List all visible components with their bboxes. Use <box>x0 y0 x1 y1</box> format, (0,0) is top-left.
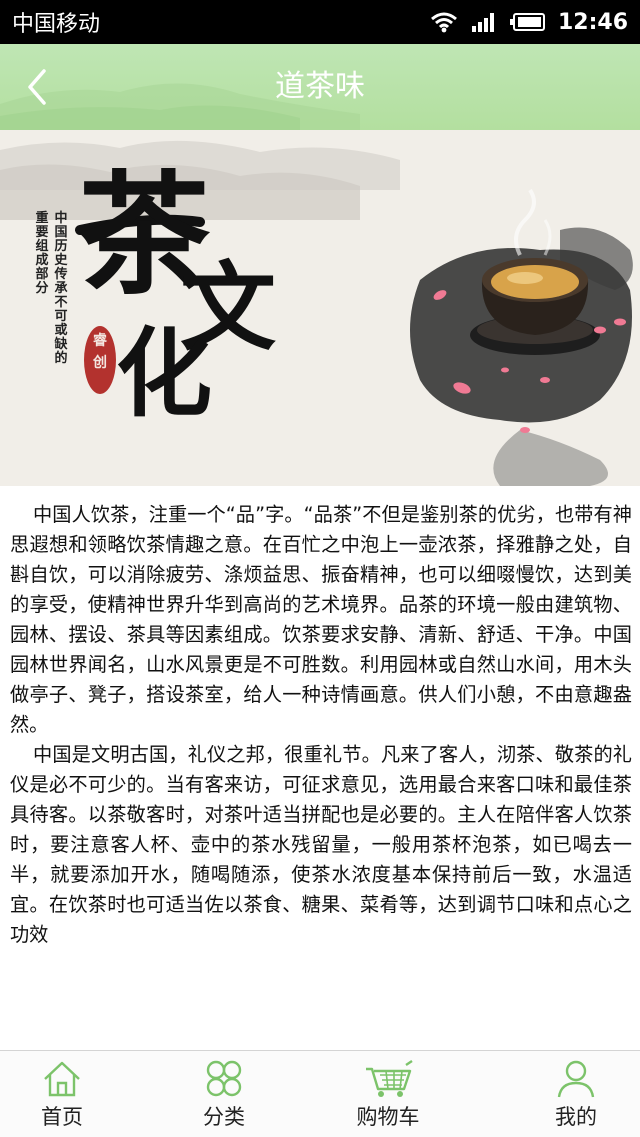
tab-profile[interactable]: 我的 <box>516 1051 636 1137</box>
tab-category[interactable]: 分类 <box>164 1051 284 1137</box>
tab-cart[interactable]: 购物车 <box>328 1051 448 1137</box>
home-icon <box>44 1061 80 1097</box>
category-icon <box>206 1060 242 1097</box>
tab-home[interactable]: 首页 <box>2 1051 122 1137</box>
status-icons: 12:46 <box>430 10 628 35</box>
banner-char-hua: 化 <box>116 317 212 430</box>
tab-category-label: 分类 <box>203 1105 245 1129</box>
status-bar: 中国移动 12:46 <box>0 0 640 44</box>
wifi-icon <box>431 12 457 33</box>
article-paragraph-2: 中国是文明古国，礼仪之邦，很重礼节。凡来了客人，沏茶、敬茶的礼仪是必不可少的。当… <box>10 743 632 946</box>
tab-cart-label: 购物车 <box>356 1105 420 1129</box>
page-title: 道茶味 <box>275 69 365 104</box>
bottom-tab-bar: 首页 分类 购物车 我的 <box>0 1050 640 1137</box>
banner-seal: 睿创 <box>93 333 107 371</box>
banner-vertical-caption-2: 中国历史传承不可或缺的 <box>54 211 68 366</box>
cart-icon <box>366 1060 413 1097</box>
tea-culture-banner: 重要组成部分 中国历史传承不可或缺的 茶 文 化 睿创 <box>0 130 640 486</box>
article-content: 中国人饮茶，注重一个“品”字。“品茶”不但是鉴别茶的优劣，也带有神思遐想和领略饮… <box>10 500 632 950</box>
article-paragraph-1: 中国人饮茶，注重一个“品”字。“品茶”不但是鉴别茶的优劣，也带有神思遐想和领略饮… <box>10 503 632 736</box>
battery-icon <box>509 13 545 31</box>
tab-home-label: 首页 <box>41 1105 83 1129</box>
tab-profile-label: 我的 <box>555 1105 597 1129</box>
banner-vertical-caption-1: 重要组成部分 <box>35 211 49 296</box>
signal-icon <box>471 13 494 32</box>
user-icon <box>557 1060 595 1098</box>
status-time: 12:46 <box>557 9 628 35</box>
carrier-name: 中国移动 <box>12 12 101 37</box>
nav-bar: 道茶味 <box>0 44 640 130</box>
